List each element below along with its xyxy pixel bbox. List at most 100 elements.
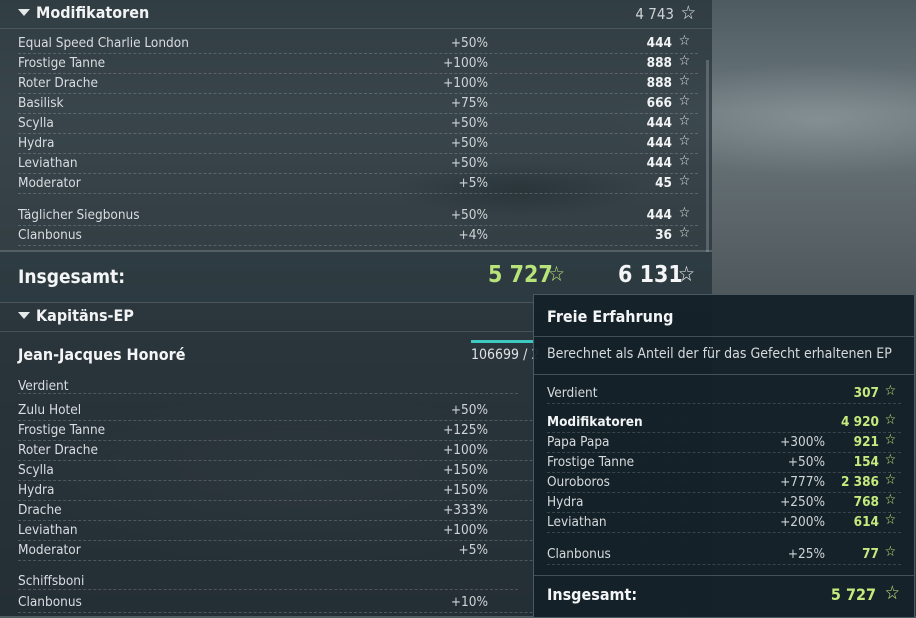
row-percent: +10% <box>450 594 488 610</box>
tooltip-total-value: 5 727 <box>830 585 876 604</box>
tooltip-total-label: Insgesamt: <box>547 585 638 604</box>
captain-xp-value: 106699 / 2 <box>471 347 540 363</box>
row-value: 444 <box>646 35 672 51</box>
row-percent: +100% <box>443 522 488 538</box>
row-percent: +333% <box>443 502 488 518</box>
row-value: 154 <box>853 454 879 470</box>
row-label: Frostige Tanne <box>547 454 635 470</box>
row-value: 614 <box>853 514 879 530</box>
row-value: 768 <box>853 494 879 510</box>
star-icon: ☆ <box>678 73 690 89</box>
free-xp-tooltip: Freie Erfahrung Berechnet als Anteil der… <box>533 294 915 618</box>
row-percent: +4% <box>458 227 488 243</box>
ship-bonus-label: Schiffsboni <box>18 573 85 589</box>
row-label: Verdient <box>547 385 598 401</box>
captain-xp-title: Kapitäns-EP <box>36 306 134 325</box>
row-label: Clanbonus <box>547 546 611 562</box>
row-value: 4 920 <box>840 414 879 430</box>
row-value: 921 <box>853 434 879 450</box>
row-label: Roter Drache <box>18 75 98 91</box>
row-label: Ouroboros <box>547 474 610 490</box>
row-label: Moderator <box>18 175 81 191</box>
divider <box>534 374 914 375</box>
star-icon: ☆ <box>678 262 695 286</box>
row-value: 666 <box>646 95 672 111</box>
scrollbar[interactable] <box>706 60 709 252</box>
row-percent: +150% <box>443 482 488 498</box>
divider <box>534 575 914 576</box>
star-icon: ☆ <box>884 512 896 528</box>
row-percent: +250% <box>780 494 825 510</box>
row-percent: +50% <box>450 135 488 151</box>
tooltip-description: Berechnet als Anteil der für das Gefecht… <box>547 346 892 362</box>
row-percent: +100% <box>443 75 488 91</box>
row-percent: +777% <box>780 474 825 490</box>
row-value: 444 <box>646 155 672 171</box>
row-percent: +25% <box>787 546 825 562</box>
collapse-triangle-icon[interactable] <box>18 9 30 16</box>
row-label: Roter Drache <box>18 442 98 458</box>
row-label: Clanbonus <box>18 594 82 610</box>
star-icon: ☆ <box>678 225 690 241</box>
star-icon: ☆ <box>884 383 896 399</box>
xp-total: 6 131 <box>618 262 683 288</box>
star-icon: ☆ <box>884 412 896 428</box>
row-label: Hydra <box>18 482 55 498</box>
row-value: 307 <box>853 385 879 401</box>
captain-name: Jean-Jacques Honoré <box>18 345 186 364</box>
row-percent: +125% <box>443 422 488 438</box>
divider <box>0 28 712 29</box>
row-percent: +100% <box>443 55 488 71</box>
row-percent: +200% <box>780 514 825 530</box>
row-label: Zulu Hotel <box>18 402 82 418</box>
row-value: 888 <box>646 75 672 91</box>
list-row: Papa Papa +300% 921 ☆ <box>547 432 901 453</box>
row-percent: +5% <box>458 175 488 191</box>
star-icon: ☆ <box>884 472 896 488</box>
collapse-triangle-icon[interactable] <box>18 312 30 319</box>
tooltip-clan-row: Clanbonus +25% 77 ☆ <box>547 544 901 565</box>
row-label: Scylla <box>18 115 54 131</box>
row-label: Frostige Tanne <box>18 55 106 71</box>
star-icon: ☆ <box>678 93 690 109</box>
free-xp-total[interactable]: 5 727 <box>488 262 553 288</box>
star-icon: ☆ <box>678 173 690 189</box>
list-row: Leviathan +50% 444 ☆ <box>18 153 698 174</box>
modifiers-total: 4 743 <box>635 5 674 23</box>
row-percent: +50% <box>450 35 488 51</box>
row-label: Leviathan <box>18 155 78 171</box>
modifiers-header[interactable]: Modifikatoren 4 743 ☆ <box>0 0 712 28</box>
row-label: Leviathan <box>18 522 78 538</box>
row-label: Hydra <box>18 135 55 151</box>
tooltip-title: Freie Erfahrung <box>547 307 674 326</box>
row-label: Frostige Tanne <box>18 422 106 438</box>
row-percent: +5% <box>458 542 488 558</box>
row-percent: +50% <box>450 207 488 223</box>
star-icon: ☆ <box>678 153 690 169</box>
row-label: Leviathan <box>547 514 607 530</box>
modifiers-panel: Modifikatoren 4 743 ☆ Equal Speed Charli… <box>0 0 712 252</box>
row-value: 77 <box>862 546 879 562</box>
row-value: 2 386 <box>840 474 879 490</box>
star-icon: ☆ <box>678 205 690 221</box>
row-percent: +50% <box>787 454 825 470</box>
captain-xp-progress-bar <box>471 340 535 343</box>
row-value: 444 <box>646 207 672 223</box>
star-icon: ☆ <box>884 452 896 468</box>
row-percent: +75% <box>450 95 488 111</box>
star-icon: ☆ <box>884 582 900 604</box>
list-row: Hydra +50% 444 ☆ <box>18 133 698 154</box>
row-percent: +150% <box>443 462 488 478</box>
divider <box>18 589 518 590</box>
star-icon: ☆ <box>678 133 690 149</box>
star-icon: ☆ <box>884 492 896 508</box>
star-icon: ☆ <box>680 2 696 24</box>
row-percent: +50% <box>450 115 488 131</box>
star-icon: ☆ <box>678 113 690 129</box>
row-percent: +100% <box>443 442 488 458</box>
row-label: Drache <box>18 502 62 518</box>
tooltip-modifiers-head: Modifikatoren 4 920 ☆ <box>547 412 901 433</box>
row-label: Papa Papa <box>547 434 610 450</box>
list-row: Frostige Tanne +50% 154 ☆ <box>547 452 901 473</box>
row-percent: +300% <box>780 434 825 450</box>
